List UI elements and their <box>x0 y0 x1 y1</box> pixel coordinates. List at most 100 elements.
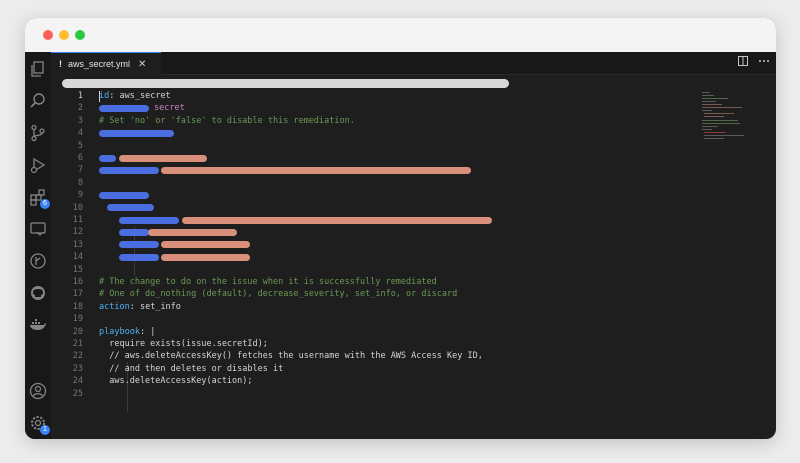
breadcrumb-redacted <box>62 79 509 88</box>
line-number: 7 <box>77 165 83 176</box>
redacted-key <box>119 216 179 224</box>
redacted-value <box>148 229 237 237</box>
code-editor[interactable]: 1 id: aws_secret 2 secret 3 # Set 'no' o… <box>51 90 776 439</box>
yaml-value: secret <box>154 103 185 114</box>
redacted-key <box>99 167 159 175</box>
redacted-key <box>99 191 149 199</box>
code-line: 20 playbook: | <box>51 326 776 338</box>
playbook-code: aws.deleteAccessKey(action); <box>99 376 253 387</box>
line-number: 9 <box>77 190 83 201</box>
yaml-key: playbook <box>99 326 140 337</box>
code-line: 9 <box>51 189 776 201</box>
split-editor-icon[interactable] <box>738 56 748 69</box>
redacted-key <box>119 241 159 249</box>
yaml-file-icon: ! <box>59 59 62 69</box>
code-line: 4 <box>51 127 776 139</box>
playbook-code: require exists(issue.secretId); <box>99 339 268 349</box>
account-icon[interactable] <box>29 382 47 400</box>
redacted-value <box>161 241 250 249</box>
code-line: 6 <box>51 152 776 164</box>
yaml-key: action <box>99 301 130 312</box>
settings-gear-icon[interactable]: 1 <box>29 414 50 435</box>
code-line: 21 require exists(issue.secretId); <box>51 338 776 350</box>
code-line: 7 <box>51 164 776 176</box>
redacted-key <box>119 229 149 237</box>
code-line: 25 <box>51 388 776 400</box>
minimap[interactable] <box>702 92 772 152</box>
yaml-separator: : <box>109 91 120 101</box>
yaml-separator: : | <box>139 326 156 337</box>
remote-explorer-icon[interactable] <box>29 220 47 238</box>
code-line: 2 secret <box>51 102 776 114</box>
redacted-key <box>99 105 149 113</box>
line-number: 16 <box>72 277 83 287</box>
playbook-code: // aws.deleteAccessKey() fetches the use… <box>99 351 483 362</box>
maximize-window-button[interactable] <box>75 30 85 40</box>
code-line: 23 // and then deletes or disables it <box>51 363 776 375</box>
line-number: 24 <box>72 376 83 387</box>
editor-window: 6 1 ! aws_secret.yml ✕ 1 id: aws_secret … <box>25 18 776 439</box>
yaml-key: id <box>99 91 110 101</box>
comment: # The change to do on the issue when it … <box>99 277 437 287</box>
code-line: 3 # Set 'no' or 'false' to disable this … <box>51 115 776 127</box>
comment: # Set 'no' or 'false' to disable this re… <box>99 115 355 126</box>
run-debug-icon[interactable] <box>29 156 47 174</box>
settings-badge: 1 <box>40 425 50 435</box>
activity-bar: 6 1 <box>25 52 51 439</box>
tab-aws-secret[interactable]: ! aws_secret.yml ✕ <box>51 52 161 75</box>
tab-bar: ! aws_secret.yml ✕ <box>51 52 776 75</box>
code-line: 19 <box>51 313 776 325</box>
line-number: 6 <box>77 153 83 163</box>
line-number: 3 <box>77 115 83 126</box>
search-icon[interactable] <box>29 92 47 110</box>
close-window-button[interactable] <box>43 30 53 40</box>
line-number: 10 <box>72 202 83 213</box>
tab-close-icon[interactable]: ✕ <box>138 59 146 70</box>
line-number: 15 <box>72 264 83 275</box>
line-number: 21 <box>72 339 83 349</box>
redacted-value <box>182 216 492 224</box>
code-line: 11 <box>51 214 776 226</box>
code-line: 12 <box>51 226 776 238</box>
source-control-icon[interactable] <box>29 124 47 142</box>
yaml-value: set_info <box>139 301 181 312</box>
minimize-window-button[interactable] <box>59 30 69 40</box>
line-number: 25 <box>72 388 83 399</box>
redacted-value <box>161 167 471 175</box>
line-number: 19 <box>72 314 83 325</box>
line-number: 18 <box>72 301 83 312</box>
editor-actions <box>738 56 770 69</box>
code-line: 18 action: set_info <box>51 301 776 313</box>
redacted-key <box>119 253 159 261</box>
line-number: 1 <box>77 91 83 101</box>
line-number: 22 <box>72 351 83 362</box>
code-line: 10 <box>51 202 776 214</box>
tab-filename: aws_secret.yml <box>68 59 131 69</box>
line-number: 11 <box>72 215 83 225</box>
redacted-value <box>161 253 250 261</box>
line-number: 14 <box>72 252 83 263</box>
code-line: 15 <box>51 264 776 276</box>
github-icon[interactable] <box>29 284 47 302</box>
more-actions-icon[interactable] <box>758 56 770 69</box>
line-number: 17 <box>72 289 83 300</box>
line-number: 4 <box>77 128 83 139</box>
yaml-separator: : <box>129 301 140 312</box>
redacted-value <box>119 154 207 162</box>
code-line: 16 # The change to do on the issue when … <box>51 276 776 288</box>
docker-icon[interactable] <box>29 316 47 334</box>
redacted-key <box>107 204 154 212</box>
code-line: 8 <box>51 177 776 189</box>
code-line: 5 <box>51 140 776 152</box>
git-graph-icon[interactable] <box>29 252 47 270</box>
redacted-key <box>99 129 174 137</box>
extensions-icon[interactable]: 6 <box>29 188 50 209</box>
code-line: 22 // aws.deleteAccessKey() fetches the … <box>51 350 776 362</box>
yaml-value: aws_secret <box>119 91 171 101</box>
code-line: 24 aws.deleteAccessKey(action); <box>51 375 776 387</box>
line-number: 5 <box>77 140 83 151</box>
explorer-icon[interactable] <box>29 60 47 78</box>
line-number: 8 <box>77 177 83 188</box>
extensions-badge: 6 <box>40 199 50 209</box>
playbook-code: // and then deletes or disables it <box>99 363 284 374</box>
